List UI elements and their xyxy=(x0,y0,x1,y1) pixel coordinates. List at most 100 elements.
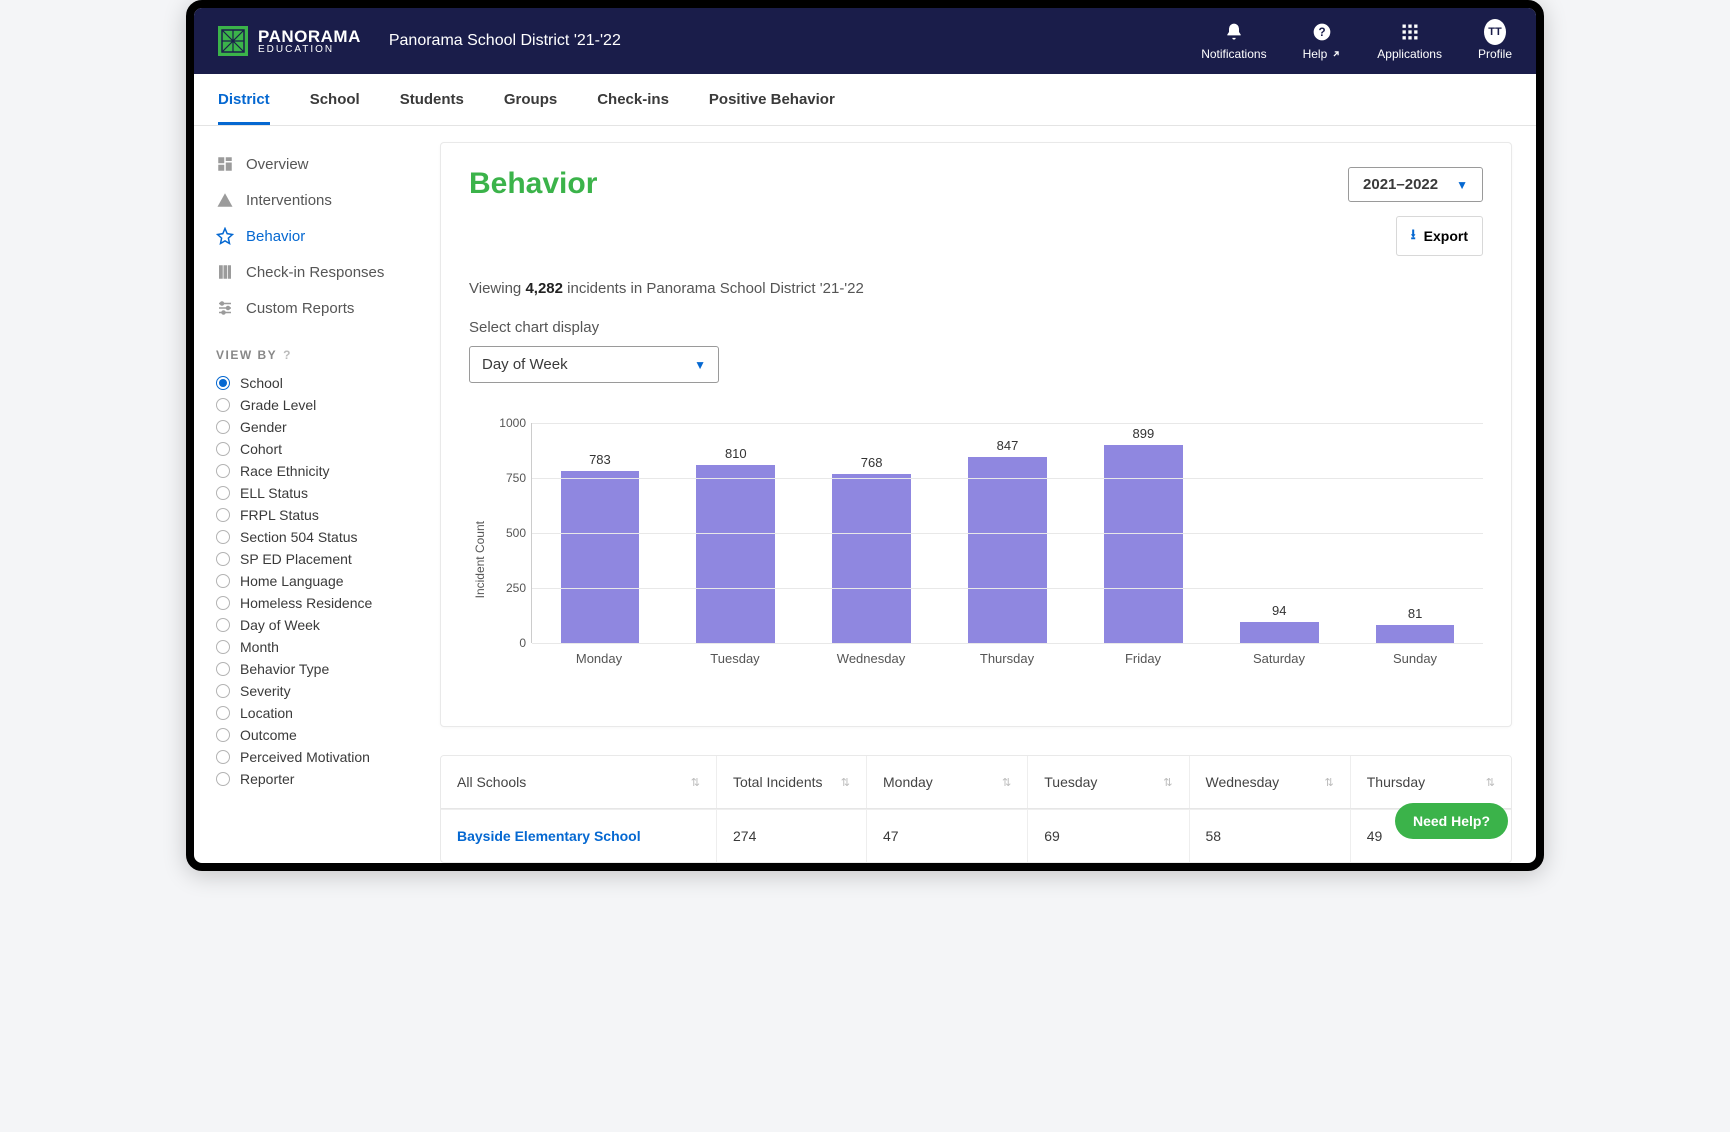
viewby-frpl-status[interactable]: FRPL Status xyxy=(216,504,424,526)
behavior-card: Behavior 2021–2022 ▼ ⭳ Export Viewing 4,… xyxy=(440,142,1512,727)
export-button[interactable]: ⭳ Export xyxy=(1396,216,1483,256)
radio-icon xyxy=(216,574,230,588)
profile-action[interactable]: TTProfile xyxy=(1478,21,1512,61)
viewby-perceived-motivation[interactable]: Perceived Motivation xyxy=(216,746,424,768)
apps-icon xyxy=(1399,21,1421,43)
col-header-wednesday[interactable]: Wednesday⇅ xyxy=(1190,756,1351,808)
info-icon[interactable]: ? xyxy=(283,348,292,362)
col-header-tuesday[interactable]: Tuesday⇅ xyxy=(1028,756,1189,808)
viewby-section-504-status[interactable]: Section 504 Status xyxy=(216,526,424,548)
dashboard-icon xyxy=(216,155,234,173)
xlabel: Sunday xyxy=(1347,651,1483,666)
radio-icon xyxy=(216,398,230,412)
sidebar-item-label: Behavior xyxy=(246,228,305,245)
xlabel: Monday xyxy=(531,651,667,666)
viewby-homeless-residence[interactable]: Homeless Residence xyxy=(216,592,424,614)
day-cell: 69 xyxy=(1028,810,1189,862)
sidebar-item-check-in-responses[interactable]: Check-in Responses xyxy=(212,254,424,290)
col-header-all-schools[interactable]: All Schools⇅ xyxy=(441,756,717,808)
viewby-home-language[interactable]: Home Language xyxy=(216,570,424,592)
total-incidents-cell: 274 xyxy=(717,810,867,862)
viewby-header: VIEW BY ? xyxy=(216,348,424,362)
day-cell: 47 xyxy=(867,810,1028,862)
star-icon xyxy=(216,227,234,245)
sidebar-item-label: Check-in Responses xyxy=(246,264,384,281)
chart-display-value: Day of Week xyxy=(482,356,568,373)
svg-text:?: ? xyxy=(1318,26,1325,39)
viewby-gender[interactable]: Gender xyxy=(216,416,424,438)
tab-positive-behavior[interactable]: Positive Behavior xyxy=(709,75,835,125)
radio-icon xyxy=(216,640,230,654)
ytick: 0 xyxy=(492,636,526,650)
sidebar-item-label: Overview xyxy=(246,156,309,173)
sidebar-item-interventions[interactable]: Interventions xyxy=(212,182,424,218)
school-link[interactable]: Bayside Elementary School xyxy=(457,828,641,844)
sidebar-item-overview[interactable]: Overview xyxy=(212,146,424,182)
sidebar-item-behavior[interactable]: Behavior xyxy=(212,218,424,254)
viewby-school[interactable]: School xyxy=(216,372,424,394)
radio-icon xyxy=(216,684,230,698)
apps-action[interactable]: Applications xyxy=(1377,21,1442,61)
radio-icon xyxy=(216,618,230,632)
xlabel: Saturday xyxy=(1211,651,1347,666)
viewby-day-of-week[interactable]: Day of Week xyxy=(216,614,424,636)
tab-school[interactable]: School xyxy=(310,75,360,125)
tab-groups[interactable]: Groups xyxy=(504,75,557,125)
col-header-total-incidents[interactable]: Total Incidents⇅ xyxy=(717,756,867,808)
brand-line2: EDUCATION xyxy=(258,45,361,55)
brand-logo[interactable]: PANORAMA EDUCATION xyxy=(218,26,361,56)
sort-icon: ⇅ xyxy=(691,776,700,789)
main-tabs: District School Students Groups Check-ins Pos… xyxy=(194,74,1536,126)
viewby-outcome[interactable]: Outcome xyxy=(216,724,424,746)
chart-display-select[interactable]: Day of Week ▼ xyxy=(469,346,719,383)
viewby-grade-level[interactable]: Grade Level xyxy=(216,394,424,416)
schools-table: All Schools⇅Total Incidents⇅Monday⇅Tuesd… xyxy=(440,755,1512,863)
xlabel: Friday xyxy=(1075,651,1211,666)
radio-icon xyxy=(216,376,230,390)
radio-icon xyxy=(216,596,230,610)
viewby-month[interactable]: Month xyxy=(216,636,424,658)
download-icon: ⭳ xyxy=(1411,224,1416,248)
ytick: 250 xyxy=(492,581,526,595)
incident-chart: Incident Count 7838107688478999481 02505… xyxy=(469,423,1483,696)
select-chart-label: Select chart display xyxy=(469,319,1483,336)
radio-icon xyxy=(216,750,230,764)
sort-icon: ⇅ xyxy=(1486,776,1495,789)
sort-icon: ⇅ xyxy=(1325,776,1334,789)
help-action[interactable]: ?Help xyxy=(1303,21,1342,61)
viewby-ell-status[interactable]: ELL Status xyxy=(216,482,424,504)
page-title: Behavior xyxy=(469,167,597,201)
viewby-reporter[interactable]: Reporter xyxy=(216,768,424,790)
need-help-button[interactable]: Need Help? xyxy=(1395,803,1508,839)
viewing-summary: Viewing 4,282 incidents in Panorama Scho… xyxy=(469,280,1483,297)
radio-icon xyxy=(216,464,230,478)
main-content: Behavior 2021–2022 ▼ ⭳ Export Viewing 4,… xyxy=(432,126,1536,863)
sidebar-item-custom-reports[interactable]: Custom Reports xyxy=(212,290,424,326)
radio-icon xyxy=(216,706,230,720)
viewby-behavior-type[interactable]: Behavior Type xyxy=(216,658,424,680)
tab-students[interactable]: Students xyxy=(400,75,464,125)
year-selector-value: 2021–2022 xyxy=(1363,176,1438,193)
year-selector[interactable]: 2021–2022 ▼ xyxy=(1348,167,1483,202)
ytick: 750 xyxy=(492,471,526,485)
bell-action[interactable]: Notifications xyxy=(1201,21,1266,61)
sort-icon: ⇅ xyxy=(841,776,850,789)
logo-mark xyxy=(218,26,248,56)
chart-ylabel: Incident Count xyxy=(469,521,491,598)
tab-district[interactable]: District xyxy=(218,75,270,125)
xlabel: Wednesday xyxy=(803,651,939,666)
sort-icon: ⇅ xyxy=(1002,776,1011,789)
ytick: 1000 xyxy=(492,416,526,430)
col-header-monday[interactable]: Monday⇅ xyxy=(867,756,1028,808)
viewby-severity[interactable]: Severity xyxy=(216,680,424,702)
export-label: Export xyxy=(1424,228,1468,244)
external-link-icon xyxy=(1331,49,1341,59)
viewby-location[interactable]: Location xyxy=(216,702,424,724)
viewby-race-ethnicity[interactable]: Race Ethnicity xyxy=(216,460,424,482)
tab-check-ins[interactable]: Check-ins xyxy=(597,75,669,125)
col-header-thursday[interactable]: Thursday⇅ xyxy=(1351,756,1511,808)
viewby-sp-ed-placement[interactable]: SP ED Placement xyxy=(216,548,424,570)
viewby-cohort[interactable]: Cohort xyxy=(216,438,424,460)
help-icon: ? xyxy=(1311,21,1333,43)
sidebar-item-label: Custom Reports xyxy=(246,300,354,317)
